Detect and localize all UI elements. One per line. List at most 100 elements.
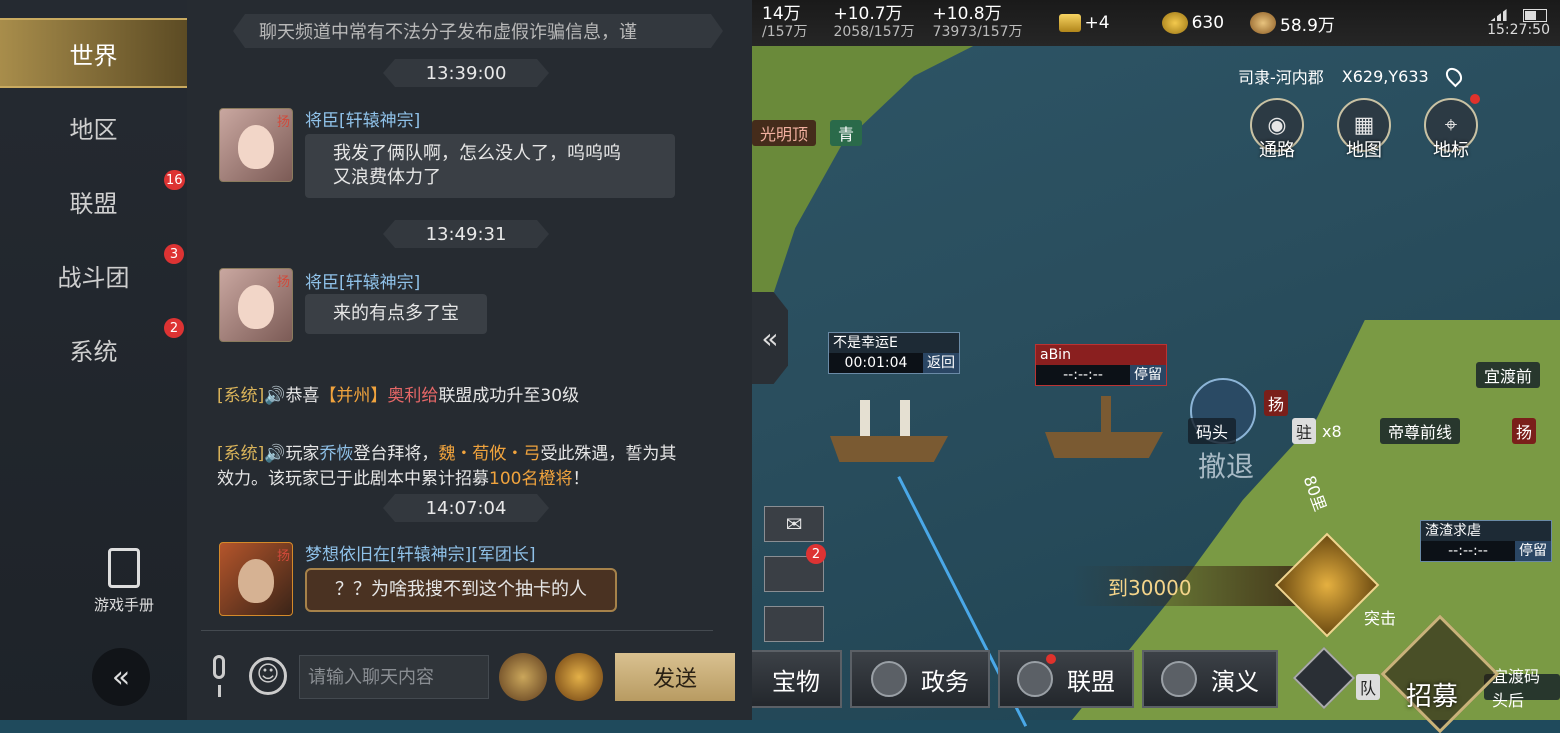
- saga-button[interactable]: 演义: [1142, 650, 1278, 708]
- divider: [201, 630, 713, 631]
- ship-2[interactable]: [1045, 396, 1163, 466]
- gold-bar-currency[interactable]: +4: [1058, 13, 1110, 33]
- recruit-button[interactable]: 招募: [1378, 604, 1548, 733]
- avatar[interactable]: 扬: [219, 542, 293, 616]
- system-tag: [系统]: [217, 386, 265, 406]
- march-name: aBin: [1036, 345, 1166, 365]
- march-card-1[interactable]: 不是幸运E 00:01:04 返回: [828, 332, 960, 374]
- microphone-icon[interactable]: [205, 655, 233, 701]
- garrison-icon: 驻: [1292, 418, 1317, 444]
- system-badge: 2: [164, 318, 184, 338]
- treasure-button[interactable]: 宝物: [752, 650, 842, 708]
- map-icon: ▦: [1353, 112, 1375, 138]
- city-tag-qing: 青: [830, 120, 863, 146]
- timestamp: 13:39:00: [383, 59, 549, 87]
- avatar-face: [238, 559, 274, 603]
- city-label-yidu[interactable]: 宜渡前: [1476, 362, 1541, 388]
- tab-battle-group[interactable]: 战斗团: [0, 240, 187, 310]
- landmark-pin-icon: ⌖: [1444, 112, 1458, 138]
- tab-label: 联盟: [69, 189, 118, 218]
- collapse-chat-button[interactable]: «: [752, 292, 788, 384]
- alliance-button[interactable]: 联盟: [998, 650, 1134, 708]
- pier-label: 码头: [1188, 418, 1237, 444]
- message-line: ？？为啥我搜不到这个抽卡的人: [335, 579, 587, 600]
- system-status: 15:27:50: [1487, 8, 1550, 38]
- chat-bubble: ？？为啥我搜不到这个抽卡的人: [305, 568, 617, 612]
- avatar-face: [238, 125, 274, 169]
- sender-name[interactable]: 将臣[轩辕神宗]: [305, 268, 420, 293]
- avatar[interactable]: 扬: [219, 108, 293, 182]
- game-manual-button[interactable]: 游戏手册: [84, 548, 164, 615]
- province-name: 【并州】: [319, 386, 388, 406]
- chat-input-bar: ☺ 发送: [187, 645, 752, 711]
- resource-3-rate: +10.8万: [932, 4, 1002, 24]
- player-name[interactable]: 乔恢: [319, 444, 353, 464]
- ship-1[interactable]: [830, 400, 948, 470]
- ship-sail: [860, 400, 870, 440]
- resource-3[interactable]: +10.8万 73973/157万: [933, 5, 1023, 41]
- march-card-2[interactable]: aBin --:--:-- 停留: [1035, 344, 1167, 386]
- message-line: 来的有点多了宝: [333, 303, 459, 324]
- message-line: 我发了俩队啊，怎么没人了，呜呜呜: [333, 143, 621, 164]
- chat-bubble: 我发了俩队啊，怎么没人了，呜呜呜 又浪费体力了: [305, 134, 675, 198]
- saga-label: 演义: [1211, 667, 1259, 696]
- resource-2[interactable]: +10.7万 2058/157万: [833, 5, 914, 41]
- emoji-icon[interactable]: ☺: [249, 657, 287, 695]
- scam-warning-notice: 聊天频道中常有不法分子发布虚假诈骗信息，谨: [233, 14, 723, 48]
- march-card-3[interactable]: 渣渣求虐 --:--:-- 停留: [1420, 520, 1552, 562]
- signal-icon: [1490, 9, 1507, 21]
- copper-value: 58.9万: [1280, 15, 1335, 36]
- mail-icon: ✉: [785, 512, 803, 536]
- speaker-icon: 🔊: [264, 386, 286, 406]
- horn-icon[interactable]: [499, 653, 547, 701]
- resource-2-rate: +10.7万: [833, 4, 903, 24]
- send-button[interactable]: 发送: [615, 653, 735, 701]
- location-bar[interactable]: 司隶-河内郡 X629,Y633: [1238, 64, 1466, 88]
- system-text: 玩家: [285, 444, 320, 464]
- avatar[interactable]: 扬: [219, 268, 293, 342]
- stay-button[interactable]: 停留: [1515, 541, 1551, 561]
- tab-system[interactable]: 系统: [0, 314, 187, 384]
- resource-1[interactable]: 14万 /157万: [762, 5, 807, 41]
- collapse-button[interactable]: «: [92, 648, 150, 706]
- copper-currency[interactable]: 58.9万: [1250, 11, 1335, 36]
- location-region: 司隶-河内郡: [1238, 68, 1324, 87]
- march-name: 不是幸运E: [833, 335, 898, 351]
- system-tag: [系统]: [217, 444, 265, 464]
- city-label-guangming[interactable]: 光明顶: [752, 120, 817, 146]
- affairs-button[interactable]: 政务: [850, 650, 990, 708]
- city-label-dizun[interactable]: 帝尊前线: [1380, 418, 1461, 444]
- timestamp: 13:49:31: [383, 220, 549, 248]
- system-text: 联盟成功升至30级: [438, 386, 580, 406]
- chat-panel: 聊天频道中常有不法分子发布虚假诈骗信息，谨 13:39:00 扬 将臣[轩辕神宗…: [187, 0, 752, 720]
- tab-label: 战斗团: [57, 263, 130, 292]
- gold-bar-icon: [1058, 14, 1081, 32]
- golden-horn-icon[interactable]: [555, 653, 603, 701]
- march-timer: --:--:--: [1036, 365, 1130, 385]
- tab-world[interactable]: 世界: [0, 18, 187, 88]
- return-button[interactable]: 返回: [923, 353, 959, 373]
- tab-alliance[interactable]: 联盟: [0, 166, 187, 236]
- hero-name: 魏・荀攸・弓: [438, 444, 541, 464]
- sender-name[interactable]: 将臣[轩辕神宗]: [305, 106, 420, 131]
- notebook-icon: [108, 548, 140, 588]
- speaker-icon: 🔊: [264, 444, 286, 464]
- tab-region[interactable]: 地区: [0, 92, 187, 162]
- route-label: 通路: [1259, 140, 1295, 161]
- system-message: [系统]🔊恭喜【并州】奥利给联盟成功升至30级: [217, 384, 687, 409]
- battle-group-badge: 3: [164, 244, 184, 264]
- chat-input[interactable]: [299, 655, 489, 699]
- alliance-name: 奥利给: [387, 386, 439, 406]
- mail-button[interactable]: ✉: [764, 506, 824, 542]
- manual-label: 游戏手册: [93, 596, 154, 614]
- panel-button[interactable]: [764, 606, 824, 642]
- sender-name[interactable]: 梦想依旧在[轩辕神宗][军团长]: [305, 540, 536, 565]
- ship-hull: [1045, 432, 1163, 458]
- chevron-left-icon: «: [761, 321, 779, 355]
- clock: 15:27:50: [1487, 21, 1550, 38]
- stay-button[interactable]: 停留: [1130, 365, 1166, 385]
- reward-banner[interactable]: 到30000: [1072, 566, 1302, 606]
- coin-currency[interactable]: 630: [1161, 12, 1224, 34]
- pier-faction-tag: 扬: [1264, 390, 1289, 416]
- resource-1-rate: 14万: [762, 4, 801, 24]
